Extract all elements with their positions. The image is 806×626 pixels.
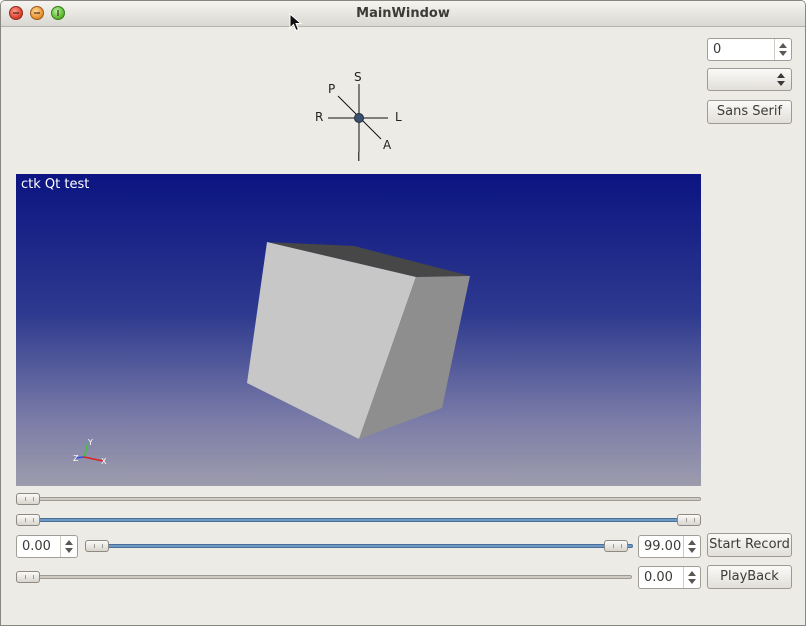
playback-button[interactable]: PlayBack	[707, 565, 792, 589]
spin-down-icon[interactable]	[779, 51, 787, 56]
svg-text:Y: Y	[87, 438, 93, 447]
render-view[interactable]: ctk Qt test Y X Z	[16, 174, 701, 486]
playback-spinbox[interactable]: 0.00	[638, 566, 701, 589]
range-max-value: 99.00	[644, 539, 682, 554]
start-record-button[interactable]: Start Record	[707, 533, 792, 557]
orientation-label-i: I	[357, 150, 361, 164]
spin-up-icon[interactable]	[65, 540, 73, 545]
range-slider-2[interactable]	[85, 540, 633, 552]
range-slider-1[interactable]	[16, 514, 701, 526]
orientation-label-s: S	[354, 70, 362, 84]
axes-icon: Y X Z	[73, 438, 107, 466]
slider-1-groove	[16, 497, 701, 501]
range-min-value: 0.00	[22, 539, 51, 554]
playback-arrows[interactable]	[683, 567, 700, 588]
top-spinbox-value: 0	[713, 42, 722, 57]
playback-slider[interactable]	[16, 571, 632, 583]
playback-value: 0.00	[644, 570, 673, 585]
playback-slider-groove	[16, 575, 632, 579]
top-spinbox[interactable]: 0	[707, 38, 792, 61]
range-max-arrows[interactable]	[683, 536, 700, 557]
combo-down-arrow-icon	[777, 81, 785, 86]
mouse-cursor-icon	[289, 13, 303, 32]
orientation-label-l: L	[395, 110, 402, 124]
orientation-marker-icon[interactable]: S P R L A I	[309, 67, 409, 167]
spin-down-icon[interactable]	[688, 579, 696, 584]
cube-render	[247, 242, 470, 439]
title-bar[interactable]: MainWindow	[1, 1, 805, 27]
window-title: MainWindow	[356, 6, 450, 21]
orientation-label-p: P	[328, 82, 336, 96]
range-min-spinbox[interactable]: 0.00	[16, 535, 78, 558]
slider-1[interactable]	[16, 493, 701, 505]
svg-text:X: X	[101, 457, 107, 466]
svg-text:Z: Z	[73, 454, 79, 463]
playback-slider-handle[interactable]	[16, 571, 40, 583]
spin-up-icon[interactable]	[688, 540, 696, 545]
range-slider-2-min-handle[interactable]	[85, 540, 109, 552]
combo-box[interactable]	[707, 68, 792, 91]
range-slider-1-groove	[16, 518, 701, 522]
font-button[interactable]: Sans Serif	[707, 100, 792, 124]
orientation-label-r: R	[315, 110, 324, 124]
spin-down-icon[interactable]	[65, 548, 73, 553]
range-slider-1-min-handle[interactable]	[16, 514, 40, 526]
orientation-label-a: A	[383, 138, 392, 152]
main-window: MainWindow 0 Sans Serif S P R L A I ctk …	[0, 0, 806, 626]
top-spinbox-arrows[interactable]	[774, 39, 791, 60]
spin-up-icon[interactable]	[779, 43, 787, 48]
combo-up-arrow-icon	[777, 73, 785, 78]
spin-down-icon[interactable]	[688, 548, 696, 553]
slider-1-handle[interactable]	[16, 493, 40, 505]
range-min-arrows[interactable]	[60, 536, 77, 557]
range-slider-2-max-handle[interactable]	[604, 540, 628, 552]
range-max-spinbox[interactable]: 99.00	[638, 535, 701, 558]
range-slider-1-max-handle[interactable]	[677, 514, 701, 526]
range-slider-2-groove	[85, 544, 633, 548]
spin-up-icon[interactable]	[688, 571, 696, 576]
